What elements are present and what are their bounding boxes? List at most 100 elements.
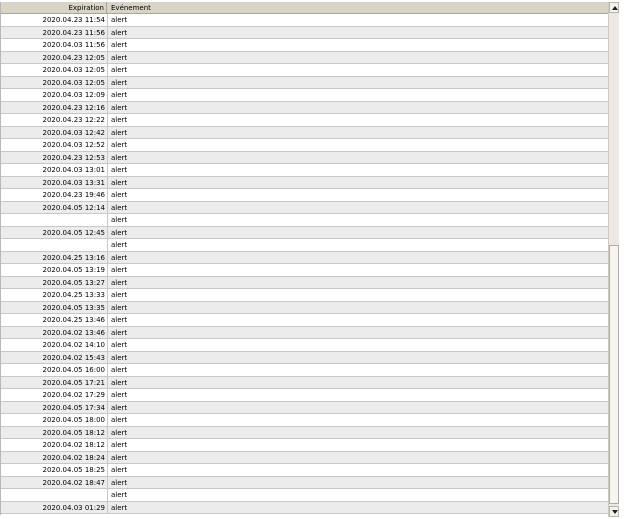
cell-expiration: 2020.04.05 17:21: [1, 376, 108, 388]
cell-event: alert: [111, 153, 128, 162]
table-row[interactable]: 2020.04.05 18:25 alert: [1, 464, 609, 477]
cell-event: alert: [111, 241, 128, 249]
cell-expiration: 2020.04.02 18:12: [1, 439, 108, 451]
cell-event: alert: [111, 291, 128, 299]
cell-event: alert: [111, 141, 128, 149]
table-row[interactable]: alert: [1, 489, 609, 502]
table-row[interactable]: 2020.04.03 12:42 alert: [1, 126, 609, 139]
table-row[interactable]: 2020.04.02 13:46 alert: [1, 326, 609, 339]
cell-expiration: 2020.04.05 18:00: [1, 414, 108, 426]
cell-event: alert: [111, 416, 128, 424]
table-row[interactable]: 2020.04.03 12:05 alert: [1, 76, 609, 89]
table-row[interactable]: alert: [1, 214, 609, 227]
table-row[interactable]: 2020.04.05 12:14 alert: [1, 201, 609, 214]
cell-expiration: 2020.04.05 12:45: [1, 226, 108, 238]
table-row[interactable]: 2020.04.05 18:00 alert: [1, 414, 609, 427]
table-row[interactable]: 2020.04.03 12:09 alert: [1, 89, 609, 102]
cell-event: alert: [111, 428, 128, 437]
table-row[interactable]: 2020.04.03 11:56 alert: [1, 39, 609, 52]
cell-expiration: 2020.04.23 11:56: [1, 26, 108, 38]
cell-expiration: 2020.04.05 18:12: [1, 426, 108, 438]
cell-expiration: 2020.04.25 13:16: [1, 251, 108, 263]
cell-expiration: 2020.04.23 12:16: [1, 101, 108, 113]
cell-expiration: 2020.04.23 19:46: [1, 189, 108, 201]
column-header-expiration[interactable]: Expiration: [1, 2, 107, 14]
table-row[interactable]: 2020.04.05 16:00 alert: [1, 364, 609, 377]
table-row[interactable]: 2020.04.02 15:43 alert: [1, 351, 609, 364]
cell-expiration: 2020.04.03 12:05: [1, 76, 108, 88]
cell-event: alert: [111, 366, 128, 374]
table-row[interactable]: 2020.04.02 18:12 alert: [1, 439, 609, 452]
table-row[interactable]: 2020.04.02 18:47 alert: [1, 476, 609, 489]
table-row[interactable]: 2020.04.23 12:05 alert: [1, 51, 609, 64]
cell-event: alert: [111, 228, 128, 237]
table-header: Expiration Evénement: [1, 2, 609, 14]
cell-event: alert: [111, 316, 128, 324]
cell-event: alert: [111, 466, 128, 474]
cell-expiration: 2020.04.05 18:25: [1, 464, 108, 476]
cell-expiration: 2020.04.03 11:56: [1, 39, 108, 51]
table-row[interactable]: 2020.04.23 11:54 alert: [1, 14, 609, 27]
table-row[interactable]: 2020.04.03 12:52 alert: [1, 139, 609, 152]
cell-expiration: [1, 489, 108, 501]
cell-event: alert: [111, 166, 128, 174]
cell-event: alert: [111, 66, 128, 74]
table-row[interactable]: alert: [1, 239, 609, 252]
table-row[interactable]: 2020.04.02 18:24 alert: [1, 451, 609, 464]
scrollbar-thumb[interactable]: [609, 245, 619, 504]
table-row[interactable]: 2020.04.23 12:53 alert: [1, 151, 609, 164]
cell-expiration: 2020.04.02 15:43: [1, 351, 108, 363]
cell-expiration: 2020.04.03 12:09: [1, 89, 108, 101]
cell-expiration: 2020.04.23 12:22: [1, 114, 108, 126]
cell-expiration: 2020.04.05 16:00: [1, 364, 108, 376]
vertical-scrollbar[interactable]: [608, 2, 619, 517]
cell-event: alert: [111, 353, 128, 362]
table-row[interactable]: 2020.04.23 19:46 alert: [1, 189, 609, 202]
table-row[interactable]: 2020.04.05 13:35 alert: [1, 301, 609, 314]
cell-event: alert: [111, 103, 128, 112]
cell-event: alert: [111, 391, 128, 399]
table-row[interactable]: 2020.04.03 13:01 alert: [1, 164, 609, 177]
table-row[interactable]: 2020.04.03 13:31 alert: [1, 176, 609, 189]
cell-event: alert: [111, 303, 128, 312]
arrow-down-icon: [612, 510, 618, 514]
table-row[interactable]: 2020.04.23 12:22 alert: [1, 114, 609, 127]
cell-expiration: 2020.04.25 13:33: [1, 289, 108, 301]
table-row[interactable]: 2020.04.05 17:21 alert: [1, 376, 609, 389]
column-header-event[interactable]: Evénement: [109, 2, 411, 14]
cell-event: alert: [111, 91, 128, 99]
table-row[interactable]: 2020.04.02 14:10 alert: [1, 339, 609, 352]
cell-expiration: 2020.04.02 14:10: [1, 339, 108, 351]
scroll-down-button[interactable]: [609, 506, 619, 517]
scroll-up-button[interactable]: [609, 2, 619, 13]
cell-expiration: 2020.04.02 13:46: [1, 326, 108, 338]
cell-expiration: 2020.04.03 12:05: [1, 64, 108, 76]
table-row[interactable]: 2020.04.25 13:46 alert: [1, 314, 609, 327]
cell-event: alert: [111, 203, 128, 212]
cell-event: alert: [111, 116, 128, 124]
cell-expiration: 2020.04.03 13:31: [1, 176, 108, 188]
cell-expiration: 2020.04.05 13:19: [1, 264, 108, 276]
alerts-table: Expiration Evénement 2020.04.23 11:54 ale…: [0, 2, 609, 515]
cell-event: alert: [111, 253, 128, 262]
table-row[interactable]: 2020.04.02 17:29 alert: [1, 389, 609, 402]
cell-expiration: 2020.04.05 12:14: [1, 201, 108, 213]
table-row[interactable]: 2020.04.03 12:05 alert: [1, 64, 609, 77]
cell-event: alert: [111, 478, 128, 487]
cell-expiration: 2020.04.25 13:46: [1, 314, 108, 326]
table-row[interactable]: 2020.04.23 12:16 alert: [1, 101, 609, 114]
table-row[interactable]: 2020.04.05 12:45 alert: [1, 226, 609, 239]
table-row[interactable]: 2020.04.05 13:19 alert: [1, 264, 609, 277]
table-row[interactable]: 2020.04.05 17:34 alert: [1, 401, 609, 414]
cell-event: alert: [111, 341, 128, 349]
cell-event: alert: [111, 128, 128, 137]
cell-event: alert: [111, 328, 128, 337]
table-row[interactable]: 2020.04.05 18:12 alert: [1, 426, 609, 439]
table-row[interactable]: 2020.04.25 13:16 alert: [1, 251, 609, 264]
table-row[interactable]: 2020.04.03 01:29 alert: [1, 501, 609, 514]
arrow-up-icon: [612, 6, 618, 10]
table-row[interactable]: 2020.04.23 11:56 alert: [1, 26, 609, 39]
cell-event: alert: [111, 53, 128, 62]
table-row[interactable]: 2020.04.05 13:27 alert: [1, 276, 609, 289]
table-row[interactable]: 2020.04.25 13:33 alert: [1, 289, 609, 302]
